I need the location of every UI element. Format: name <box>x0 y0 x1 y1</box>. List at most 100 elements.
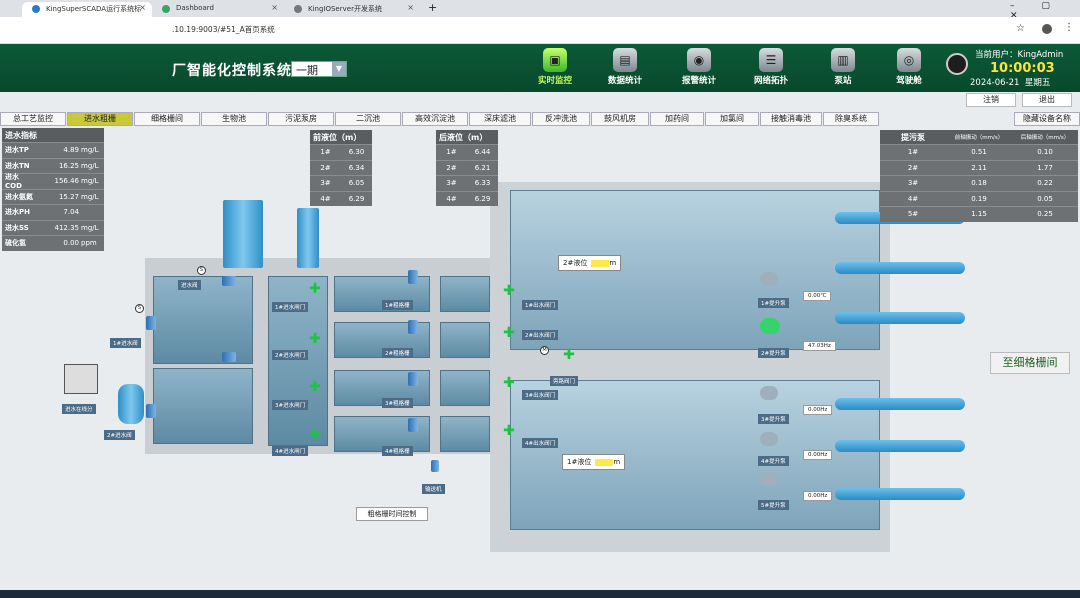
pump-row: 3# 0.18 0.22 <box>880 175 1078 191</box>
coarse-screen-3-icon[interactable] <box>408 372 418 386</box>
tab-contact-disinfection[interactable]: 接触消毒池 <box>760 112 822 126</box>
browser-tab-kingioserver[interactable]: KingIOServer开发系统 × <box>284 2 420 17</box>
network-icon: ☰ <box>759 48 783 72</box>
influent-valve-label: 进水阀 <box>178 280 201 290</box>
close-tab-icon[interactable]: × <box>271 3 278 12</box>
gate-valve[interactable] <box>222 352 236 362</box>
tab-backwash-tank[interactable]: 反冲洗池 <box>532 112 590 126</box>
browser-menu-icon[interactable]: ⋮ <box>1064 22 1074 33</box>
status-mark: M <box>540 346 549 355</box>
coarse-screen-2-icon[interactable] <box>408 320 418 334</box>
tab-secondary-clarifier[interactable]: 二沉池 <box>335 112 401 126</box>
tab-blower-room[interactable]: 鼓风机房 <box>591 112 649 126</box>
close-tab-icon[interactable]: × <box>139 3 146 12</box>
nav-realtime-monitor[interactable]: ▣ 实时监控 <box>526 46 584 92</box>
inlet-channel <box>153 276 253 364</box>
inlet-gate-4-icon[interactable]: ✚ <box>308 428 322 442</box>
inlet-valve-1[interactable] <box>146 316 156 330</box>
pump-vibration-panel: 提污泵 前轴振动（mm/s） 后轴振动（mm/s） 1# 0.51 0.10 2# 2.1… <box>880 130 1078 222</box>
outlet-gate-3-icon[interactable]: ✚ <box>502 376 516 390</box>
hide-device-names-button[interactable]: 隐藏设备名称 <box>1014 112 1080 126</box>
discharge-pipe <box>835 312 965 324</box>
phase-select[interactable]: 一期 ▼ <box>291 61 347 77</box>
outlet-gate-label: 2#出水阀门 <box>522 330 559 340</box>
screen-timer-control-button[interactable]: 粗格栅时间控制 <box>356 507 428 521</box>
clock-time: 10:00:03 <box>990 61 1055 76</box>
nav-network-topology[interactable]: ☰ 网络拓扑 <box>742 46 800 92</box>
inlet-valve-label: 2#进水阀 <box>104 430 135 440</box>
tab-deep-bed-filter[interactable]: 深床滤池 <box>469 112 531 126</box>
level-1-display: 1#液位 m <box>562 454 626 470</box>
lift-pump-5-icon[interactable] <box>760 472 778 486</box>
tab-favicon-icon <box>162 5 170 13</box>
discharge-pipe <box>835 488 965 500</box>
address-bar[interactable]: .10.19:9003/#51_A首页系统 ☆ ⋮ <box>0 17 1080 44</box>
inlet-gate-label: 1#进水闸门 <box>272 302 309 312</box>
lift-pump-4-icon[interactable] <box>760 432 778 446</box>
tab-fine-screen[interactable]: 细格栅间 <box>134 112 200 126</box>
data-stats-icon: ▤ <box>613 48 637 72</box>
outlet-gate-1-icon[interactable]: ✚ <box>502 284 516 298</box>
pump-row: 2# 2.11 1.77 <box>880 159 1078 176</box>
lift-pump-1-icon[interactable] <box>760 272 778 286</box>
coarse-screen-4-icon[interactable] <box>408 418 418 432</box>
nav-cockpit[interactable]: ◎ 驾驶舱 <box>880 46 938 92</box>
nav-pump-station[interactable]: ▥ 泵站 <box>814 46 872 92</box>
exit-button[interactable]: 退出 <box>1022 93 1072 107</box>
bookmark-star-icon[interactable]: ☆ <box>1016 23 1025 34</box>
lift-pump-3-icon[interactable] <box>760 386 778 400</box>
pump-row: 5# 1.15 0.25 <box>880 206 1078 222</box>
tab-coarse-screen[interactable]: 进水粗栅 <box>67 112 133 126</box>
outlet-gate-label: 3#出水阀门 <box>522 390 559 400</box>
inlet-valve-label: 1#进水阀 <box>110 338 141 348</box>
inlet-gate-1-icon[interactable]: ✚ <box>308 282 322 296</box>
panel-title: 后液位（m） <box>436 130 498 144</box>
panel-title: 进水指标 <box>2 128 104 142</box>
browser-tab-scada[interactable]: KingSuperSCADA运行系统标 × <box>22 2 152 17</box>
tab-biological-tank[interactable]: 生物池 <box>201 112 267 126</box>
tab-deodorization[interactable]: 除臭系统 <box>823 112 879 126</box>
level-row: 3# 6.05 <box>310 175 372 191</box>
bypass-valve-icon[interactable]: ✚ <box>562 348 576 362</box>
discharge-pipe <box>835 398 965 410</box>
lift-pump-label: 5#提升泵 <box>758 500 789 510</box>
online-sampler-icon[interactable] <box>64 364 98 394</box>
tab-total-process[interactable]: 总工艺监控 <box>0 112 66 126</box>
level-value-box <box>591 259 610 267</box>
pump-reading: 0.00℃ <box>803 291 832 301</box>
inlet-gate-label: 4#进水闸门 <box>272 446 309 456</box>
tab-dosing-room[interactable]: 加药间 <box>650 112 704 126</box>
browser-tab-dashboard[interactable]: Dashboard × <box>152 2 284 17</box>
lift-pump-2-icon[interactable] <box>760 318 780 334</box>
profile-icon[interactable] <box>1042 24 1052 34</box>
lift-pump-label: 3#提升泵 <box>758 414 789 424</box>
outlet-channel-2 <box>440 322 490 358</box>
panel-header-row: 提污泵 前轴振动（mm/s） 后轴振动（mm/s） <box>880 130 1078 144</box>
indicator-row: 进水TN 16.25 mg/L <box>2 157 104 174</box>
pump-reading: 0.00Hz <box>803 450 833 460</box>
current-user: 当前用户：KingAdmin <box>975 50 1064 60</box>
url-text[interactable]: .10.19:9003/#51_A首页系统 <box>172 24 275 35</box>
tab-high-efficiency-sedimentation[interactable]: 高效沉淀池 <box>402 112 468 126</box>
avatar[interactable] <box>946 53 968 75</box>
inlet-gate-2-icon[interactable]: ✚ <box>308 332 322 346</box>
inlet-gate-3-icon[interactable]: ✚ <box>308 380 322 394</box>
close-tab-icon[interactable]: × <box>407 3 414 12</box>
conveyor-icon[interactable] <box>431 460 439 472</box>
outlet-gate-4-icon[interactable]: ✚ <box>502 424 516 438</box>
logout-button[interactable]: 注销 <box>966 93 1016 107</box>
nav-alarm-statistics[interactable]: ◉ 报警统计 <box>670 46 728 92</box>
to-fine-screen-link[interactable]: 至细格栅间 <box>990 352 1070 374</box>
gate-valve[interactable] <box>222 276 236 286</box>
new-tab-button[interactable]: + <box>428 1 437 14</box>
indicator-row: 进水SS 412.35 mg/L <box>2 219 104 236</box>
tab-chlorine-room[interactable]: 加氯间 <box>705 112 759 126</box>
nav-data-statistics[interactable]: ▤ 数据统计 <box>596 46 654 92</box>
coarse-screen-1-icon[interactable] <box>408 270 418 284</box>
sampler-label: 进水在线分 <box>62 404 96 414</box>
inlet-valve-2[interactable] <box>146 404 156 418</box>
level-2-display: 2#液位 m <box>558 255 622 271</box>
pump-row: 4# 0.19 0.05 <box>880 190 1078 207</box>
outlet-gate-2-icon[interactable]: ✚ <box>502 326 516 340</box>
tab-sludge-pump-room[interactable]: 污泥泵房 <box>268 112 334 126</box>
